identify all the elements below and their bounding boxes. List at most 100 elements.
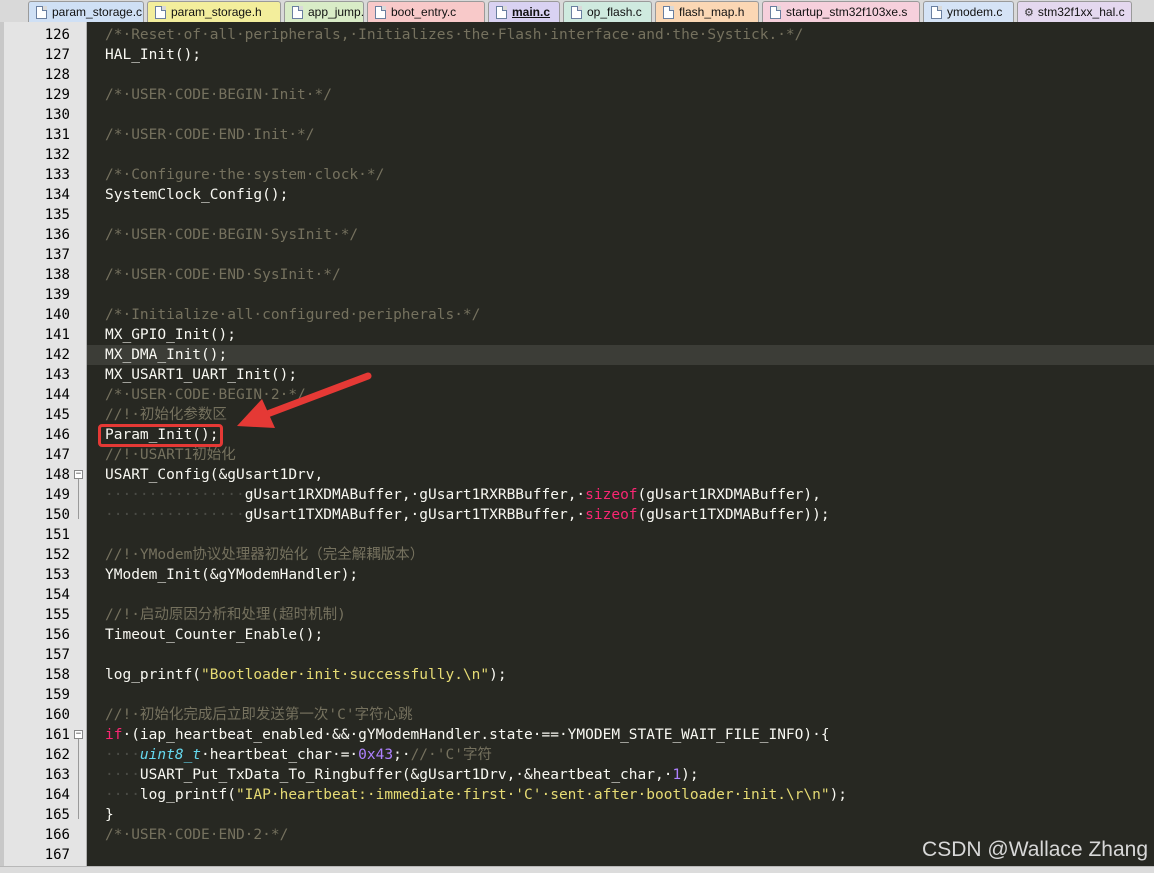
line-number: 139 bbox=[44, 287, 70, 303]
code-line[interactable]: ····log_printf("IAP·heartbeat:·immediate… bbox=[87, 785, 1154, 805]
code-line[interactable]: /*·USER·CODE·BEGIN·Init·*/ bbox=[87, 85, 1154, 105]
line-number: 134 bbox=[44, 187, 70, 203]
highlight-box-param-init bbox=[98, 424, 223, 447]
code-line[interactable]: ····USART_Put_TxData_To_Ringbuffer(&gUsa… bbox=[87, 765, 1154, 785]
line-number: 150 bbox=[44, 507, 70, 523]
line-number: 159 bbox=[44, 687, 70, 703]
code-line[interactable]: //!·初始化完成后立即发送第一次'C'字符心跳 bbox=[87, 705, 1154, 725]
code-line[interactable]: /*·USER·CODE·END·Init·*/ bbox=[87, 125, 1154, 145]
line-number: 165 bbox=[44, 807, 70, 823]
line-number: 126 bbox=[44, 27, 70, 43]
tab-label: flash_map.h bbox=[679, 5, 745, 19]
tab-app-jump-c[interactable]: app_jump.c bbox=[284, 1, 364, 22]
file-icon bbox=[36, 5, 47, 19]
file-icon bbox=[496, 5, 507, 19]
code-line[interactable] bbox=[87, 205, 1154, 225]
code-line[interactable]: ················gUsart1RXDMABuffer,·gUsa… bbox=[87, 485, 1154, 505]
line-number: 158 bbox=[44, 667, 70, 683]
tab-label: param_storage.h bbox=[171, 5, 262, 19]
code-line[interactable]: USART_Config(&gUsart1Drv, bbox=[87, 465, 1154, 485]
file-icon bbox=[292, 5, 303, 19]
gear-file-icon: ⚙ bbox=[1024, 6, 1034, 19]
tab-param-storage-h[interactable]: param_storage.h bbox=[147, 1, 281, 22]
line-number: 160 bbox=[44, 707, 70, 723]
line-number: 153 bbox=[44, 567, 70, 583]
line-number: 127 bbox=[44, 47, 70, 63]
code-line[interactable] bbox=[87, 245, 1154, 265]
code-line[interactable] bbox=[87, 685, 1154, 705]
tab-flash-map-h[interactable]: flash_map.h bbox=[655, 1, 759, 22]
code-line[interactable]: /*·USER·CODE·BEGIN·2·*/ bbox=[87, 385, 1154, 405]
code-line[interactable]: MX_DMA_Init(); bbox=[87, 345, 1154, 365]
code-line[interactable] bbox=[87, 645, 1154, 665]
line-number: 151 bbox=[44, 527, 70, 543]
code-editor[interactable]: 126 127 128 129 130 131 132 133 134 135 136 137 138 1… bbox=[0, 22, 1154, 866]
line-number: 132 bbox=[44, 147, 70, 163]
fold-toggle-icon[interactable]: − bbox=[74, 730, 83, 739]
tab-stm32f1xx-hal-c[interactable]: ⚙ stm32f1xx_hal.c bbox=[1017, 1, 1132, 22]
code-line[interactable] bbox=[87, 585, 1154, 605]
code-line[interactable]: YModem_Init(&gYModemHandler); bbox=[87, 565, 1154, 585]
fold-toggle-icon[interactable]: − bbox=[74, 470, 83, 479]
line-number: 156 bbox=[44, 627, 70, 643]
tab-label: op_flash.c bbox=[587, 5, 642, 19]
code-line[interactable]: //!·YModem协议处理器初始化（完全解耦版本） bbox=[87, 545, 1154, 565]
tab-label: stm32f1xx_hal.c bbox=[1037, 5, 1125, 19]
file-tab-bar: param_storage.c param_storage.h app_jump.c… bbox=[0, 0, 1154, 23]
code-line[interactable]: /*·Configure·the·system·clock·*/ bbox=[87, 165, 1154, 185]
line-number: 136 bbox=[44, 227, 70, 243]
tab-ymodem-c[interactable]: ymodem.c bbox=[923, 1, 1014, 22]
code-line[interactable]: MX_USART1_UART_Init(); bbox=[87, 365, 1154, 385]
code-line[interactable] bbox=[87, 145, 1154, 165]
line-number: 148 bbox=[44, 467, 70, 483]
line-number: 135 bbox=[44, 207, 70, 223]
line-number: 138 bbox=[44, 267, 70, 283]
code-line[interactable]: log_printf("Bootloader·init·successfully… bbox=[87, 665, 1154, 685]
line-number: 143 bbox=[44, 367, 70, 383]
line-number: 130 bbox=[44, 107, 70, 123]
code-line[interactable]: //!·初始化参数区 bbox=[87, 405, 1154, 425]
file-icon bbox=[931, 5, 942, 19]
code-line[interactable] bbox=[87, 285, 1154, 305]
line-number: 164 bbox=[44, 787, 70, 803]
line-number: 137 bbox=[44, 247, 70, 263]
code-line[interactable]: } bbox=[87, 805, 1154, 825]
code-line[interactable]: MX_GPIO_Init(); bbox=[87, 325, 1154, 345]
line-number: 157 bbox=[44, 647, 70, 663]
code-line[interactable]: ················gUsart1TXDMABuffer,·gUsa… bbox=[87, 505, 1154, 525]
tab-main-c[interactable]: main.c bbox=[488, 1, 560, 22]
fold-guide bbox=[78, 739, 79, 819]
tab-label: app_jump.c bbox=[308, 5, 364, 19]
tab-param-storage-c[interactable]: param_storage.c bbox=[28, 1, 144, 22]
code-line[interactable]: Param_Init(); bbox=[87, 425, 1154, 445]
code-line[interactable]: Timeout_Counter_Enable(); bbox=[87, 625, 1154, 645]
line-number: 152 bbox=[44, 547, 70, 563]
code-line[interactable]: //!·USART1初始化 bbox=[87, 445, 1154, 465]
line-number-gutter: 126 127 128 129 130 131 132 133 134 135 136 137 138 1… bbox=[0, 22, 87, 866]
csdn-watermark: CSDN @Wallace Zhang bbox=[922, 838, 1148, 861]
line-number: 161 bbox=[44, 727, 70, 743]
tab-startup-stm32f103xe-s[interactable]: startup_stm32f103xe.s bbox=[762, 1, 920, 22]
code-line[interactable]: ····uint8_t·heartbeat_char·=·0x43;·//·'C… bbox=[87, 745, 1154, 765]
code-line[interactable]: /*·USER·CODE·BEGIN·SysInit·*/ bbox=[87, 225, 1154, 245]
code-line[interactable]: //!·启动原因分析和处理(超时机制) bbox=[87, 605, 1154, 625]
tab-label: startup_stm32f103xe.s bbox=[786, 5, 908, 19]
code-line[interactable]: if·(iap_heartbeat_enabled·&&·gYModemHand… bbox=[87, 725, 1154, 745]
code-line[interactable] bbox=[87, 105, 1154, 125]
code-line[interactable]: SystemClock_Config(); bbox=[87, 185, 1154, 205]
code-line[interactable]: /*·USER·CODE·END·SysInit·*/ bbox=[87, 265, 1154, 285]
code-line[interactable]: /*·Reset·of·all·peripherals,·Initializes… bbox=[87, 25, 1154, 45]
code-area[interactable]: /*·Reset·of·all·peripherals,·Initializes… bbox=[87, 22, 1154, 866]
line-number: 147 bbox=[44, 447, 70, 463]
file-icon bbox=[663, 5, 674, 19]
code-line[interactable]: HAL_Init(); bbox=[87, 45, 1154, 65]
tab-boot-entry-c[interactable]: boot_entry.c bbox=[367, 1, 485, 22]
code-line[interactable] bbox=[87, 525, 1154, 545]
line-number: 145 bbox=[44, 407, 70, 423]
code-line[interactable] bbox=[87, 65, 1154, 85]
code-line[interactable]: /*·Initialize·all·configured·peripherals… bbox=[87, 305, 1154, 325]
line-number: 131 bbox=[44, 127, 70, 143]
tab-label: param_storage.c bbox=[52, 5, 143, 19]
tab-op-flash-c[interactable]: op_flash.c bbox=[563, 1, 652, 22]
tab-label: main.c bbox=[512, 5, 551, 19]
